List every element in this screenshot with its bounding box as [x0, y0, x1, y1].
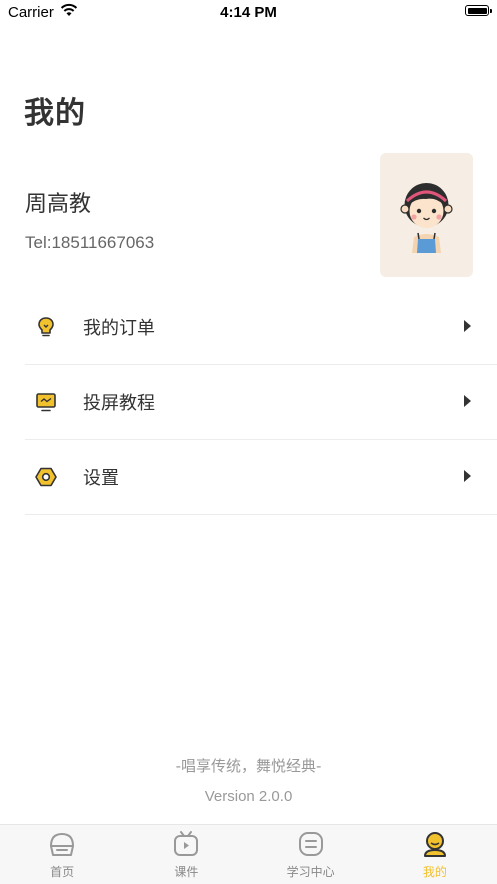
tab-courseware[interactable]: 课件 [124, 825, 248, 884]
bulb-icon [38, 317, 54, 337]
chevron-right-icon [464, 395, 471, 407]
profile-menu: 我的订单 投屏教程 设置 [25, 290, 497, 515]
tab-label: 我的 [422, 865, 447, 879]
status-bar: Carrier 4:14 PM [0, 0, 497, 26]
menu-item-settings[interactable]: 设置 [25, 440, 497, 515]
home-icon [50, 833, 75, 856]
study-icon [298, 832, 323, 856]
tab-label: 学习中心 [286, 865, 335, 879]
chevron-right-icon [464, 470, 471, 482]
tab-bar: 首页 课件 学习中心 我的 [0, 824, 497, 884]
tab-home[interactable]: 首页 [0, 825, 124, 884]
tab-mine[interactable]: 我的 [373, 825, 497, 884]
profile-icon [423, 832, 446, 857]
battery-icon [465, 5, 492, 16]
monitor-icon [36, 393, 56, 412]
tab-study-center[interactable]: 学习中心 [249, 825, 373, 884]
app-version: Version 2.0.0 [204, 788, 293, 805]
user-phone: Tel:18511667063 [25, 233, 155, 252]
hex-nut-icon [35, 467, 57, 487]
tv-icon [174, 831, 199, 856]
menu-item-orders[interactable]: 我的订单 [25, 290, 497, 365]
tab-label: 首页 [50, 865, 75, 879]
menu-item-label: 设置 [83, 468, 119, 489]
chevron-right-icon [464, 320, 471, 332]
status-time: 4:14 PM [220, 4, 277, 21]
menu-item-screencast[interactable]: 投屏教程 [25, 365, 497, 440]
app-slogan: -唱享传统，舞悦经典- [175, 757, 322, 775]
avatar-girl-icon [400, 183, 453, 253]
menu-item-label: 我的订单 [83, 318, 155, 339]
avatar[interactable] [380, 153, 473, 277]
user-name: 周高教 [25, 192, 92, 217]
tab-label: 课件 [174, 865, 199, 879]
page-title: 我的 [24, 96, 86, 131]
menu-item-label: 投屏教程 [83, 393, 155, 414]
